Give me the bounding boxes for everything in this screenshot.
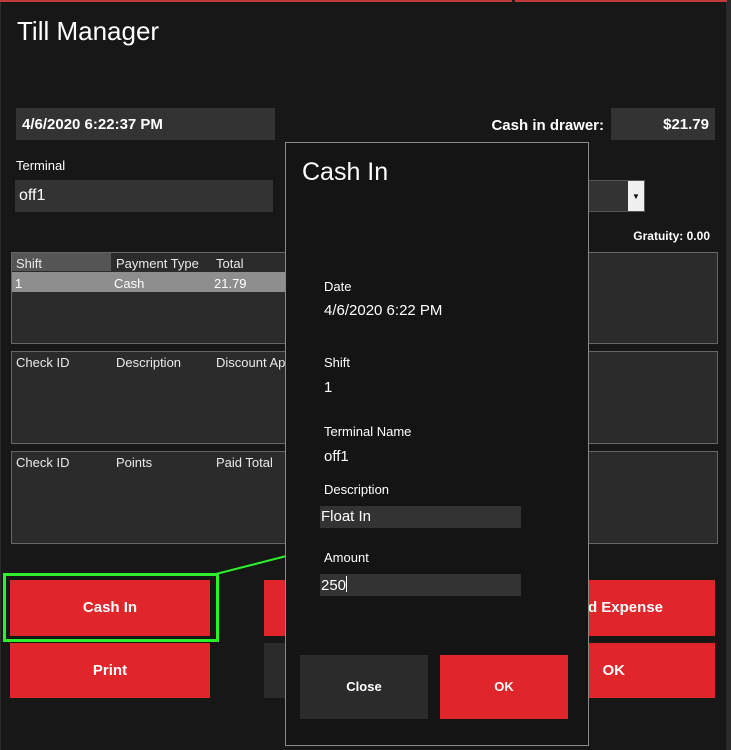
close-button[interactable]: Close <box>300 655 428 719</box>
date-label: Date <box>324 279 352 294</box>
terminal-name-label: Terminal Name <box>324 424 412 439</box>
amount-label: Amount <box>324 550 369 565</box>
date-value: 4/6/2020 6:22 PM <box>324 302 443 319</box>
terminal-name-value: off1 <box>324 448 349 465</box>
amount-value: 250 <box>321 577 347 594</box>
amount-field[interactable]: 250 <box>320 574 521 596</box>
dialog-ok-button[interactable]: OK <box>440 655 568 719</box>
dialog-title: Cash In <box>302 158 389 186</box>
text-caret <box>346 576 348 592</box>
description-label: Description <box>324 482 390 497</box>
description-field[interactable]: Float In <box>320 506 521 528</box>
shift-label: Shift <box>324 355 351 370</box>
shift-value: 1 <box>324 379 333 396</box>
